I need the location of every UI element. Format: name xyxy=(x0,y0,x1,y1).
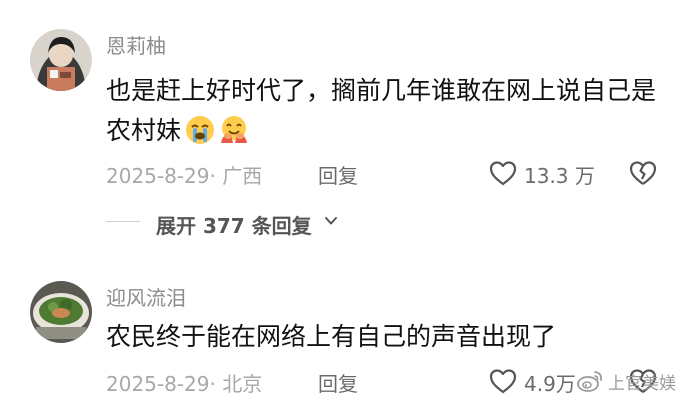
comment-text: 也是赶上好时代了，搁前几年谁敢在网上说自己是农村妹 xyxy=(106,71,666,151)
username[interactable]: 恩莉柚 xyxy=(106,30,166,59)
crying-face-icon xyxy=(186,116,215,144)
expand-replies-label: 展开 377 条回复 xyxy=(156,214,312,238)
weibo-logo-icon xyxy=(577,371,603,392)
chevron-down-icon xyxy=(325,217,337,225)
like-count: 4.9万 xyxy=(524,372,576,396)
broken-heart-icon[interactable] xyxy=(628,159,658,187)
hugging-face-icon xyxy=(221,116,248,143)
comment-meta: 2025-8-29· 广西 回复 13.3 万 xyxy=(106,158,690,188)
watermark: 上官美媄 xyxy=(576,366,676,396)
comment-text: 农民终于能在网络上有自己的声音出现了 xyxy=(106,317,666,357)
like-count: 13.3 万 xyxy=(524,164,595,188)
reply-button[interactable]: 回复 xyxy=(318,160,358,189)
avatar[interactable] xyxy=(30,29,92,91)
comment-item: 恩莉柚 也是赶上好时代了，搁前几年谁敢在网上说自己是农村妹 2025-8-29·… xyxy=(0,0,690,265)
username[interactable]: 迎风流泪 xyxy=(106,282,186,311)
heart-icon xyxy=(489,369,517,394)
watermark-text: 上官美媄 xyxy=(608,373,676,394)
comment-text-content: 农民终于能在网络上有自己的声音出现了 xyxy=(106,322,557,351)
divider xyxy=(106,221,140,222)
avatar[interactable] xyxy=(30,281,92,343)
date-location: 2025-8-29· 北京 xyxy=(106,372,263,396)
date-location: 2025-8-29· 广西 xyxy=(106,164,263,188)
reply-button[interactable]: 回复 xyxy=(318,368,358,397)
heart-icon xyxy=(489,161,517,186)
